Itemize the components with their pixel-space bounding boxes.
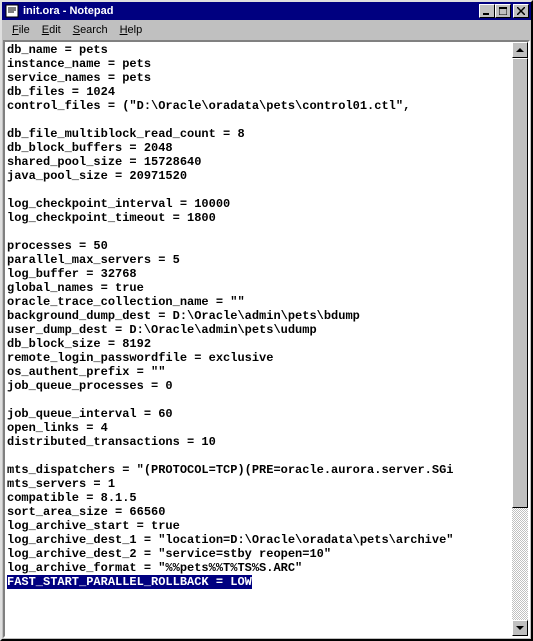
text-line: java_pool_size = 20971520 — [7, 169, 511, 183]
text-editor[interactable]: db_name = petsinstance_name = petsservic… — [5, 42, 512, 636]
text-line: log_checkpoint_timeout = 1800 — [7, 211, 511, 225]
text-line: log_archive_dest_1 = "location=D:\Oracle… — [7, 533, 511, 547]
window-controls — [479, 4, 529, 18]
menubar: File Edit Search Help — [2, 20, 531, 39]
menu-search[interactable]: Search — [67, 23, 114, 37]
minimize-button[interactable] — [479, 4, 495, 18]
text-line: FAST_START_PARALLEL_ROLLBACK = LOW — [7, 575, 511, 589]
menu-file[interactable]: File — [6, 23, 36, 37]
text-line: log_buffer = 32768 — [7, 267, 511, 281]
scrollbar-track[interactable] — [512, 58, 528, 620]
text-line: compatible = 8.1.5 — [7, 491, 511, 505]
close-button[interactable] — [513, 4, 529, 18]
text-line: job_queue_interval = 60 — [7, 407, 511, 421]
scroll-down-button[interactable] — [512, 620, 528, 636]
text-line: instance_name = pets — [7, 57, 511, 71]
selected-text: FAST_START_PARALLEL_ROLLBACK = LOW — [7, 575, 252, 589]
text-line: os_authent_prefix = "" — [7, 365, 511, 379]
text-line: open_links = 4 — [7, 421, 511, 435]
vertical-scrollbar[interactable] — [512, 42, 528, 636]
text-line: log_archive_start = true — [7, 519, 511, 533]
text-line: processes = 50 — [7, 239, 511, 253]
blank-line — [7, 393, 511, 407]
titlebar[interactable]: init.ora - Notepad — [2, 2, 531, 20]
text-line: remote_login_passwordfile = exclusive — [7, 351, 511, 365]
scrollbar-thumb[interactable] — [512, 58, 528, 508]
text-line: control_files = ("D:\Oracle\oradata\pets… — [7, 99, 511, 113]
text-line: log_archive_format = "%%pets%%T%TS%S.ARC… — [7, 561, 511, 575]
scroll-up-button[interactable] — [512, 42, 528, 58]
text-line: user_dump_dest = D:\Oracle\admin\pets\ud… — [7, 323, 511, 337]
maximize-button[interactable] — [495, 4, 511, 18]
text-line: global_names = true — [7, 281, 511, 295]
text-line: sort_area_size = 66560 — [7, 505, 511, 519]
text-line: log_checkpoint_interval = 10000 — [7, 197, 511, 211]
text-line: shared_pool_size = 15728640 — [7, 155, 511, 169]
app-window: init.ora - Notepad File Edit Search Help… — [0, 0, 533, 641]
text-line: job_queue_processes = 0 — [7, 379, 511, 393]
window-title: init.ora - Notepad — [23, 5, 479, 17]
text-line: background_dump_dest = D:\Oracle\admin\p… — [7, 309, 511, 323]
menu-edit[interactable]: Edit — [36, 23, 67, 37]
blank-line — [7, 113, 511, 127]
text-line: db_block_buffers = 2048 — [7, 141, 511, 155]
text-line: db_files = 1024 — [7, 85, 511, 99]
text-line: distributed_transactions = 10 — [7, 435, 511, 449]
text-line: db_file_multiblock_read_count = 8 — [7, 127, 511, 141]
text-line: service_names = pets — [7, 71, 511, 85]
menu-help[interactable]: Help — [114, 23, 149, 37]
text-line: oracle_trace_collection_name = "" — [7, 295, 511, 309]
blank-line — [7, 183, 511, 197]
text-line: parallel_max_servers = 5 — [7, 253, 511, 267]
editor-container: db_name = petsinstance_name = petsservic… — [3, 40, 530, 638]
blank-line — [7, 449, 511, 463]
text-line: log_archive_dest_2 = "service=stby reope… — [7, 547, 511, 561]
text-line: mts_servers = 1 — [7, 477, 511, 491]
app-icon — [4, 3, 20, 19]
text-line: db_block_size = 8192 — [7, 337, 511, 351]
text-line: db_name = pets — [7, 43, 511, 57]
text-line: mts_dispatchers = "(PROTOCOL=TCP)(PRE=or… — [7, 463, 511, 477]
blank-line — [7, 225, 511, 239]
